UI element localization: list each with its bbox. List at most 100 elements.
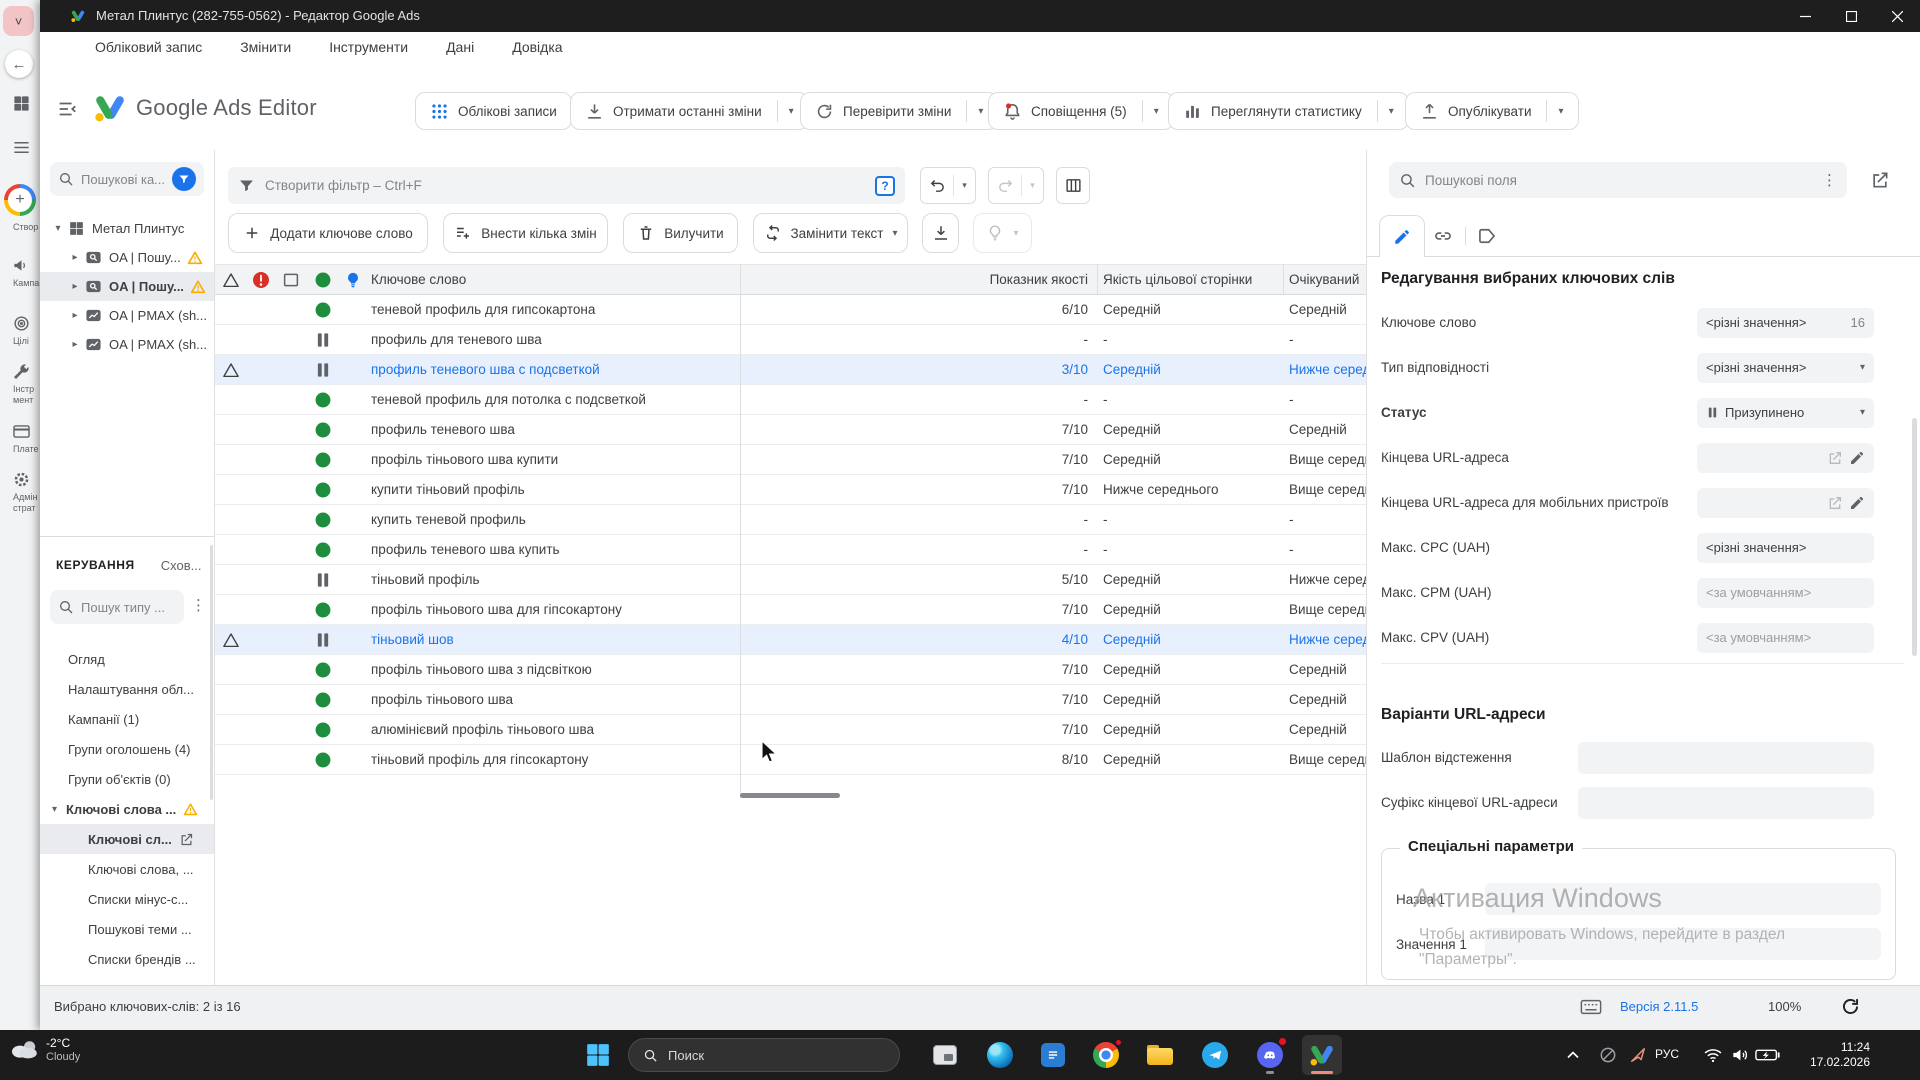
field-input--[interactable]: Призупинено▾ bbox=[1697, 398, 1874, 428]
tree-item[interactable]: ▸OA | Пошу... bbox=[40, 243, 214, 272]
sidebar-item-ключові-слова-[interactable]: ▾Ключові слова ... bbox=[40, 794, 214, 824]
check-changes-button[interactable]: Перевірити зміни ▾ bbox=[800, 92, 998, 130]
publish-button[interactable]: Опублікувати ▾ bbox=[1405, 92, 1579, 130]
sidebar-item-ключові-сл-[interactable]: Ключові сл... bbox=[40, 824, 214, 854]
google-ads-icon[interactable] bbox=[1302, 1035, 1342, 1075]
status-icon[interactable] bbox=[314, 271, 332, 289]
dropdown-caret-icon[interactable]: ▾ bbox=[1154, 106, 1159, 117]
error-icon[interactable] bbox=[252, 271, 270, 289]
admin-icon[interactable] bbox=[12, 470, 31, 489]
columns-button[interactable] bbox=[1056, 167, 1090, 204]
chevron-right-icon[interactable]: ▸ bbox=[69, 310, 81, 321]
pencil-icon[interactable] bbox=[1849, 495, 1865, 511]
help-icon[interactable]: ? bbox=[875, 176, 895, 196]
dropdown-caret-icon[interactable]: ▾ bbox=[1860, 362, 1865, 373]
hidden-icons-chevron[interactable] bbox=[1563, 1045, 1583, 1065]
table-row[interactable]: теневой профиль для гипсокартона6/10Сере… bbox=[215, 295, 1366, 325]
sidebar-item-списки-мінус-с-[interactable]: Списки мінус-с... bbox=[40, 884, 214, 914]
discord-icon[interactable] bbox=[1250, 1035, 1290, 1075]
dropdown-caret-icon[interactable]: ▾ bbox=[1389, 106, 1394, 117]
pen-icon[interactable] bbox=[1628, 1045, 1648, 1065]
sidebar-item-пошукові-теми-[interactable]: Пошукові теми ... bbox=[40, 914, 214, 944]
sidebar-item-кампанії-1-[interactable]: Кампанії (1) bbox=[40, 704, 214, 734]
field-input--cpm-uah-[interactable]: <за умовчанням> bbox=[1697, 578, 1874, 608]
tree-item[interactable]: ▾Метал Плинтус bbox=[40, 214, 214, 243]
kebab-menu-icon[interactable]: ⋮ bbox=[1822, 171, 1837, 189]
column-keyword[interactable]: Ключове слово bbox=[371, 265, 466, 294]
tab-shared[interactable]: Схов... bbox=[161, 558, 202, 573]
view-statistics-button[interactable]: Переглянути статистику ▾ bbox=[1168, 92, 1409, 130]
tab-labels[interactable] bbox=[1477, 226, 1497, 246]
photos-app-icon[interactable] bbox=[925, 1035, 965, 1075]
table-row[interactable]: профіль тіньового шва7/10СереднійСередні… bbox=[215, 685, 1366, 715]
horizontal-scrollbar[interactable] bbox=[740, 793, 840, 798]
wifi-icon[interactable] bbox=[1703, 1045, 1723, 1065]
sync-icon[interactable] bbox=[1840, 996, 1861, 1017]
dropdown-caret-icon[interactable]: ▾ bbox=[892, 228, 897, 239]
replace-text-button[interactable]: Замінити текст ▾ bbox=[753, 213, 908, 253]
sidebar-item-налаштування-обл-[interactable]: Налаштування обл... bbox=[40, 674, 214, 704]
table-header[interactable]: Ключове слово Показник якості Якість ціл… bbox=[215, 264, 1366, 295]
collapse-pink-button[interactable]: ˅ bbox=[3, 6, 34, 36]
telegram-icon[interactable] bbox=[1195, 1035, 1235, 1075]
sidebar-item-списки-брендів-[interactable]: Списки брендів ... bbox=[40, 944, 214, 974]
dropdown-caret-icon[interactable]: ▾ bbox=[1860, 407, 1865, 418]
document-app-icon[interactable] bbox=[1033, 1035, 1073, 1075]
table-row[interactable]: алюмінієвий профіль тіньового шва7/10Сер… bbox=[215, 715, 1366, 745]
table-row[interactable]: тіньовий профіль5/10СереднійНижче середн… bbox=[215, 565, 1366, 595]
table-row[interactable]: профиль теневого шва7/10СереднійСередній bbox=[215, 415, 1366, 445]
notifications-button[interactable]: Сповіщення (5) ▾ bbox=[988, 92, 1174, 130]
zoom-level[interactable]: 100% bbox=[1768, 999, 1801, 1014]
menu-item-Дані[interactable]: Дані bbox=[446, 39, 474, 55]
language-indicator[interactable]: РУС bbox=[1655, 1047, 1679, 1061]
dropdown-caret-icon[interactable]: ▾ bbox=[1558, 106, 1563, 117]
battery-icon[interactable] bbox=[1755, 1045, 1781, 1065]
fields-search-input[interactable]: Пошукові поля ⋮ bbox=[1389, 162, 1847, 198]
filter-input[interactable]: Створити фільтр – Ctrl+F ? bbox=[228, 167, 905, 204]
collapse-sidebar-icon[interactable] bbox=[56, 98, 78, 120]
tab-edit[interactable] bbox=[1379, 215, 1425, 257]
comment-icon[interactable] bbox=[282, 271, 300, 289]
hamburger-icon[interactable] bbox=[12, 138, 31, 157]
back-arrow-icon[interactable]: ← bbox=[5, 50, 33, 78]
open-in-new-icon[interactable] bbox=[179, 832, 194, 847]
sidebar-item-групи-об-єктів-0-[interactable]: Групи об'єктів (0) bbox=[40, 764, 214, 794]
menu-item-Обліковий запис[interactable]: Обліковий запис bbox=[95, 39, 202, 55]
chrome-icon[interactable] bbox=[1086, 1035, 1126, 1075]
field-input--[interactable]: <різні значення>16 bbox=[1697, 308, 1874, 338]
chevron-right-icon[interactable]: ▸ bbox=[69, 281, 81, 292]
panel-scrollbar[interactable] bbox=[1912, 418, 1917, 656]
tab-urls[interactable] bbox=[1433, 226, 1453, 246]
menu-item-Змінити[interactable]: Змінити bbox=[240, 39, 291, 55]
maximize-button[interactable] bbox=[1828, 0, 1874, 32]
taskbar-clock[interactable]: 11:24 17.02.2026 bbox=[1788, 1040, 1870, 1070]
table-row[interactable]: профіль тіньового шва з підсвіткою7/10Се… bbox=[215, 655, 1366, 685]
undo-icon[interactable] bbox=[921, 177, 953, 194]
table-row[interactable]: купити тіньовий профіль7/10Нижче середнь… bbox=[215, 475, 1366, 505]
close-button[interactable] bbox=[1874, 0, 1920, 32]
pencil-icon[interactable] bbox=[1849, 450, 1865, 466]
billing-icon[interactable] bbox=[12, 422, 31, 441]
add-keyword-button[interactable]: Додати ключове слово bbox=[228, 213, 428, 253]
sidebar-item-групи-оголошень-4-[interactable]: Групи оголошень (4) bbox=[40, 734, 214, 764]
apps-grid-icon[interactable] bbox=[12, 94, 31, 113]
table-row[interactable]: теневой профиль для потолка с подсветкой… bbox=[215, 385, 1366, 415]
undo-button[interactable]: ▾ bbox=[920, 167, 976, 204]
field-input--url-[interactable] bbox=[1578, 787, 1874, 819]
dropdown-caret-icon[interactable]: ▾ bbox=[954, 180, 975, 191]
volume-icon[interactable] bbox=[1730, 1045, 1750, 1065]
column-quality-score[interactable]: Показник якості bbox=[740, 265, 1088, 294]
open-in-new-icon[interactable] bbox=[1827, 495, 1843, 511]
filter-icon[interactable] bbox=[172, 167, 196, 191]
get-recent-changes-button[interactable]: Отримати останні зміни ▾ bbox=[570, 92, 809, 130]
column-expected-ctr[interactable]: Очікуваний bbox=[1289, 265, 1366, 294]
minimize-button[interactable] bbox=[1782, 0, 1828, 32]
panel-toggle-icon[interactable] bbox=[201, 557, 202, 574]
campaigns-icon[interactable] bbox=[12, 256, 31, 275]
tools-icon[interactable] bbox=[12, 362, 31, 381]
remove-button[interactable]: Вилучити bbox=[623, 213, 738, 253]
tab-manage[interactable]: КЕРУВАННЯ bbox=[56, 558, 135, 572]
table-row[interactable]: тіньовий шов4/10СереднійНижче середнього bbox=[215, 625, 1366, 655]
field-input--[interactable] bbox=[1578, 742, 1874, 774]
kebab-menu-icon[interactable]: ⋮ bbox=[191, 596, 206, 614]
